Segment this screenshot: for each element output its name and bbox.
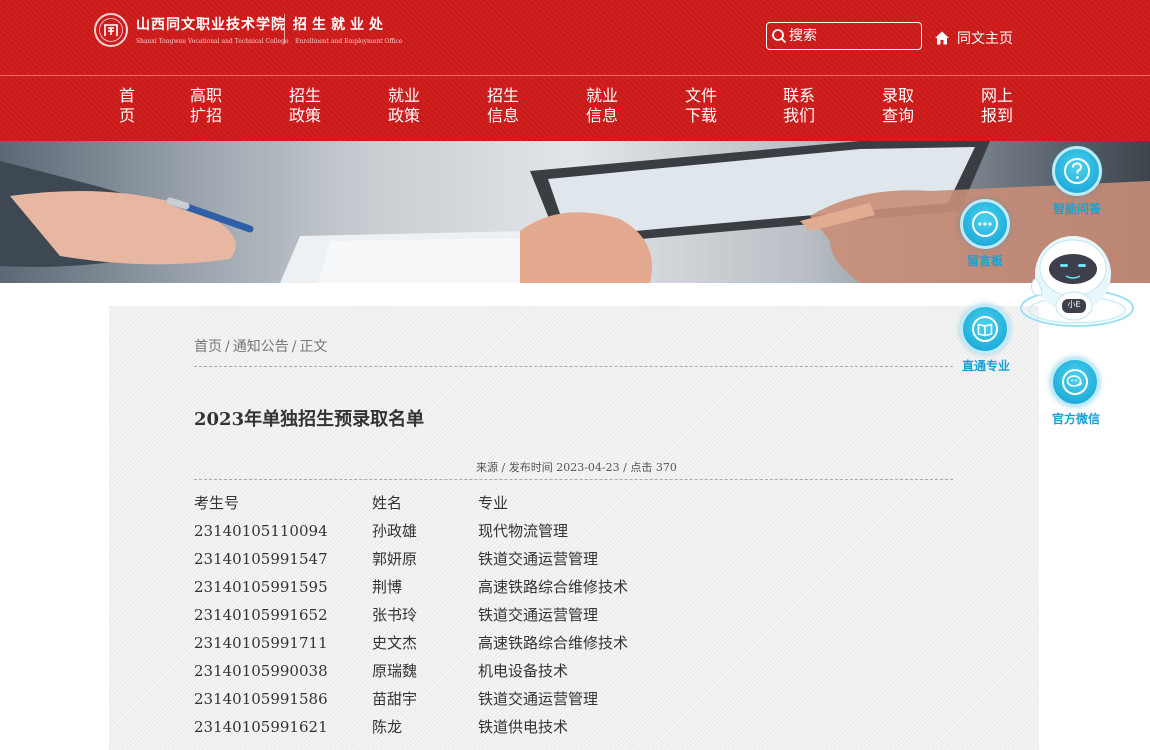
meta-separator: / (623, 461, 627, 474)
student-name: 荆博 (372, 578, 403, 596)
nav-item-expansion[interactable]: 高职 扩招 (181, 86, 231, 126)
nav-item-online-registration[interactable]: 网上 报到 (972, 86, 1022, 126)
table-row: 23140105991547 郭妍原 铁道交通运营管理 (194, 548, 628, 576)
table-row: 23140105991652 张书玲 铁道交通运营管理 (194, 604, 628, 632)
table-row: 23140105991586 苗甜宇 铁道交通运营管理 (194, 688, 628, 716)
exam-no: 23140105991652 (194, 606, 328, 624)
robot-icon (1020, 236, 1134, 327)
student-name: 史文杰 (372, 634, 418, 652)
office-name: 招生就业处 (293, 17, 388, 33)
nav-item-contact[interactable]: 联系 我们 (774, 86, 824, 126)
search-icon[interactable] (771, 28, 787, 44)
message-board-button[interactable] (960, 199, 1010, 249)
message-board-label[interactable]: 留言板 (967, 252, 1003, 269)
robot-badge: 小E (1067, 300, 1081, 309)
major: 铁道交通运营管理 (478, 690, 599, 708)
publish-date: 2023-04-23 (556, 461, 620, 474)
question-icon (1064, 158, 1090, 184)
robot-assistant[interactable]: 小E (1020, 236, 1135, 336)
major: 机电设备技术 (478, 662, 569, 680)
date-label: 发布时间 (508, 461, 553, 474)
breadcrumb-separator: / (291, 339, 297, 355)
list-header: 考生号 姓名 专业 (194, 492, 628, 520)
breadcrumb-home[interactable]: 首页 (194, 339, 222, 355)
article-meta: 来源 / 发布时间 2023-04-23 / 点击 370 (476, 459, 677, 475)
header-major: 专业 (478, 494, 509, 512)
wechat-button[interactable] (1050, 357, 1100, 407)
office-name-en: Enrollment and Employment Office (295, 38, 403, 45)
wechat-label[interactable]: 官方微信 (1052, 410, 1100, 427)
article-title: 2023年单独招生预录取名单 (194, 409, 425, 430)
breadcrumb-divider (194, 366, 953, 367)
logo-seal-icon (104, 24, 118, 36)
student-name: 张书玲 (372, 606, 418, 624)
admission-list: 考生号 姓名 专业 23140105110094 孙政雄 现代物流管理 23140105… (194, 492, 628, 744)
nav-item-employment-info[interactable]: 就业 信息 (577, 86, 627, 126)
smart-qa-label[interactable]: 智能问答 (1053, 200, 1101, 217)
breadcrumb-notices[interactable]: 通知公告 (233, 339, 289, 355)
exam-no: 23140105991595 (194, 578, 328, 596)
school-name-en: Shanxi Tongwen Vocational and Technical … (136, 38, 289, 45)
table-row: 23140105110094 孙政雄 现代物流管理 (194, 520, 628, 548)
school-name: 山西同文职业技术学院 (136, 17, 286, 33)
nav-item-admission-info[interactable]: 招生 信息 (478, 86, 528, 126)
book-icon (972, 316, 998, 342)
major: 铁道交通运营管理 (478, 550, 599, 568)
major: 铁道供电技术 (478, 718, 569, 736)
exam-no: 23140105991711 (194, 634, 328, 652)
table-row: 23140105991595 荆博 高速铁路综合维修技术 (194, 576, 628, 604)
exam-no: 23140105991621 (194, 718, 328, 736)
wechat-icon (1062, 369, 1088, 395)
major: 铁道交通运营管理 (478, 606, 599, 624)
major: 现代物流管理 (478, 522, 569, 540)
meta-separator: / (501, 461, 506, 474)
home-link[interactable]: 同文主页 (934, 28, 1013, 48)
nav-item-employment-policy[interactable]: 就业 政策 (379, 86, 429, 126)
student-name: 陈龙 (372, 718, 403, 736)
exam-no: 23140105991547 (194, 550, 328, 568)
school-logo[interactable] (94, 13, 128, 47)
nav-item-downloads[interactable]: 文件 下载 (676, 86, 726, 126)
breadcrumb: 首页 / 通知公告 / 正文 (194, 336, 327, 356)
table-row: 23140105991621 陈龙 铁道供电技术 (194, 716, 628, 744)
exam-no: 23140105991586 (194, 690, 328, 708)
nav-item-admission-policy[interactable]: 招生 政策 (280, 86, 330, 126)
table-row: 23140105991711 史文杰 高速铁路综合维修技术 (194, 632, 628, 660)
search-box[interactable] (766, 22, 922, 50)
major: 高速铁路综合维修技术 (478, 578, 629, 596)
chat-dots-icon (972, 211, 998, 237)
hits-label: 点击 (630, 461, 653, 474)
majors-label[interactable]: 直通专业 (962, 357, 1010, 374)
nav-item-home[interactable]: 首页 (102, 86, 152, 126)
student-name: 郭妍原 (372, 550, 418, 568)
nav-item-admission-query[interactable]: 录取 查询 (873, 86, 923, 126)
header-exam-no: 考生号 (194, 494, 240, 512)
meta-divider (194, 479, 953, 480)
exam-no: 23140105110094 (194, 522, 328, 540)
breadcrumb-separator: / (225, 339, 230, 355)
home-link-label: 同文主页 (957, 31, 1013, 47)
home-icon (935, 31, 949, 45)
header-name: 姓名 (372, 494, 403, 512)
search-input[interactable] (789, 28, 917, 44)
student-name: 苗甜宇 (372, 690, 418, 708)
student-name: 原瑞魏 (372, 662, 418, 680)
major: 高速铁路综合维修技术 (478, 634, 629, 652)
exam-no: 23140105990038 (194, 662, 328, 680)
breadcrumb-current: 正文 (299, 339, 328, 355)
smart-qa-button[interactable] (1052, 146, 1102, 196)
logo-divider (284, 14, 285, 44)
hits-count: 370 (655, 461, 677, 474)
student-name: 孙政雄 (372, 522, 418, 540)
majors-button[interactable] (960, 304, 1010, 354)
table-row: 23140105990038 原瑞魏 机电设备技术 (194, 660, 628, 688)
source-label: 来源 (476, 461, 498, 474)
